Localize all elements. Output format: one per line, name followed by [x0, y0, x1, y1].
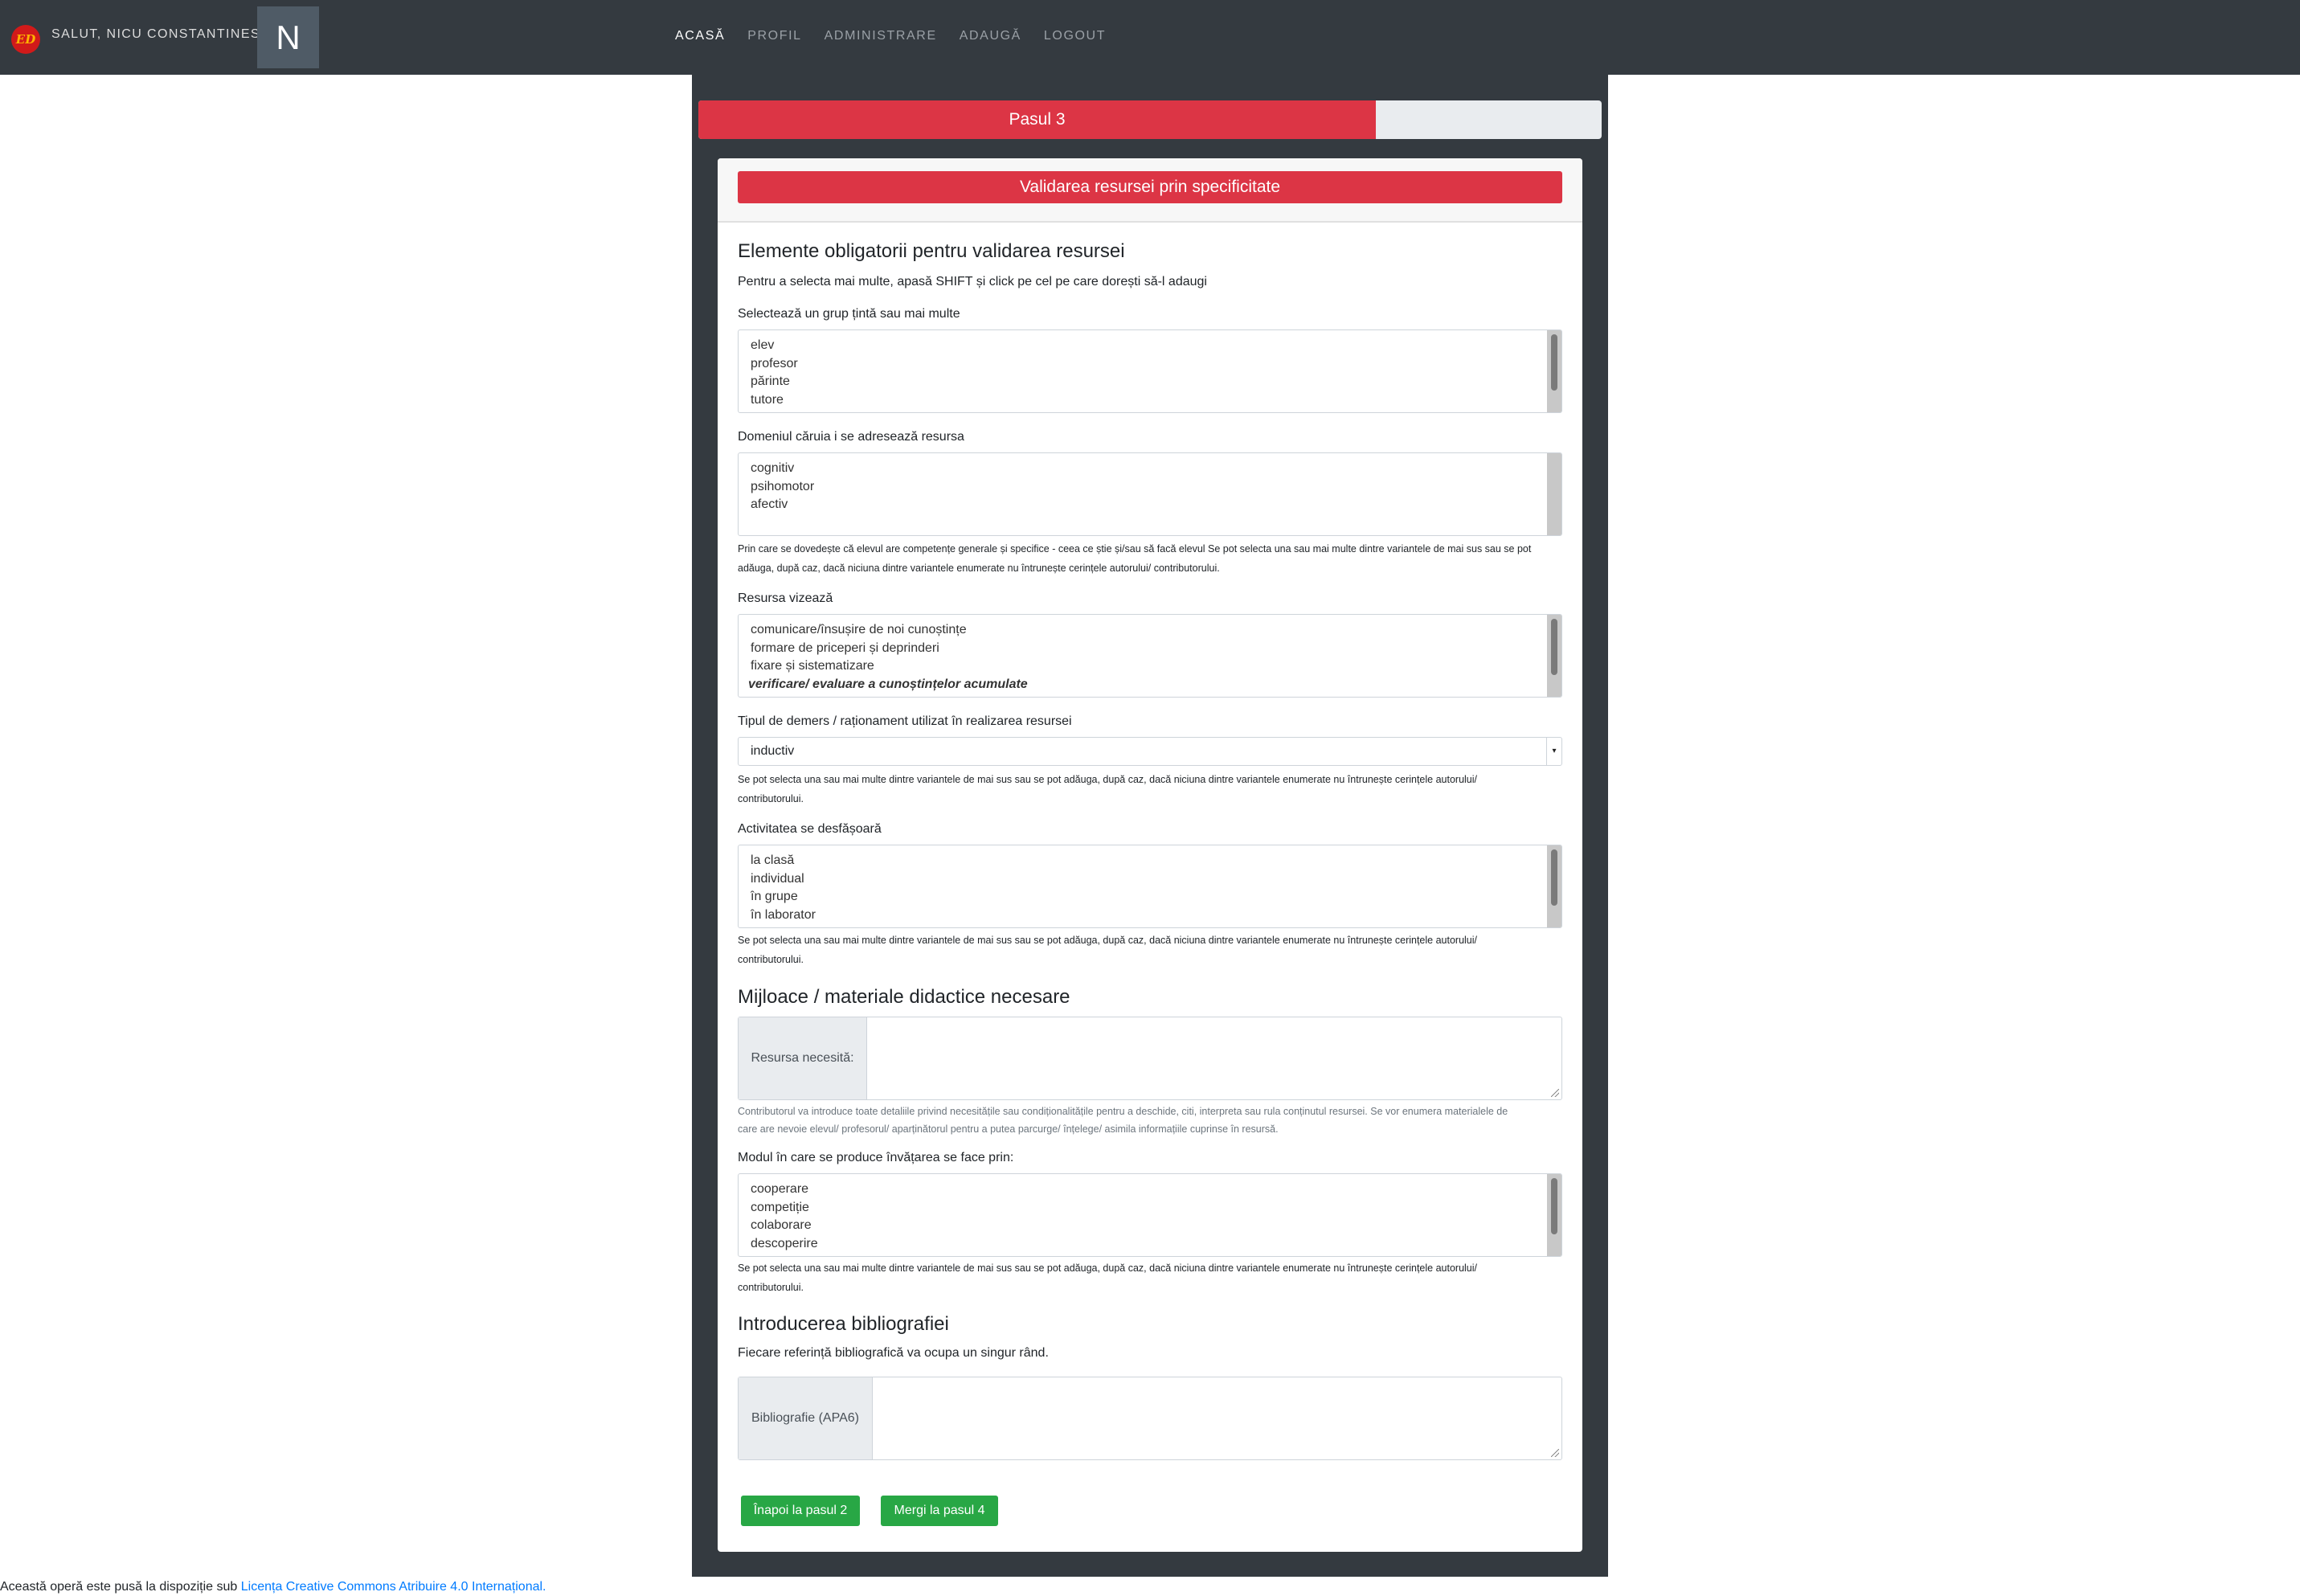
scrollbar[interactable]	[1547, 615, 1561, 697]
listbox-option[interactable]: descoperire	[739, 1235, 1561, 1254]
card-header: Validarea resursei prin specificitate	[718, 158, 1582, 223]
card-header-title: Validarea resursei prin specificitate	[738, 171, 1562, 203]
multi-select-hint: Pentru a selecta mai multe, apasă SHIFT …	[738, 275, 1207, 289]
bibliography-addon: Bibliografie (APA6)	[739, 1377, 873, 1459]
avatar[interactable]: N	[257, 6, 319, 68]
activity-help-text: Se pot selecta una sau mai multe dintre …	[738, 931, 1565, 969]
reasoning-help-text: Se pot selecta una sau mai multe dintre …	[738, 770, 1565, 808]
scrollbar[interactable]	[1547, 330, 1561, 412]
listbox-option[interactable]: în laborator	[739, 906, 1561, 925]
resource-aims-listbox[interactable]: comunicare/însușire de noi cunoștințe fo…	[738, 614, 1562, 698]
learning-mode-listbox[interactable]: cooperare competiție colaborare descoper…	[738, 1173, 1562, 1257]
main-column: Pasul 3 Validarea resursei prin specific…	[692, 75, 1608, 1577]
reasoning-select[interactable]: inductiv ▾	[738, 737, 1562, 766]
nav-link-logout[interactable]: LOGOUT	[1044, 29, 1106, 43]
step-progress-bar: Pasul 3	[698, 100, 1602, 139]
scrollbar[interactable]	[1547, 453, 1561, 535]
learning-mode-label: Modul în care se produce învățarea se fa…	[738, 1151, 1014, 1164]
domain-help-text: Prin care se dovedește că elevul are com…	[738, 539, 1565, 578]
help-line: Prin care se dovedește că elevul are com…	[738, 543, 1532, 555]
logo-icon[interactable]: ED	[11, 25, 40, 54]
resource-needs-textarea[interactable]	[867, 1017, 1561, 1099]
listbox-option[interactable]: comunicare/însușire de noi cunoștințe	[739, 621, 1561, 640]
scrollbar[interactable]	[1547, 1174, 1561, 1256]
nav-link-adauga[interactable]: ADAUGĂ	[960, 29, 1021, 43]
listbox-option[interactable]: psihomotor	[739, 478, 1561, 497]
nav-link-profil[interactable]: PROFIL	[747, 29, 801, 43]
navbar: ED SALUT, NICU CONSTANTINESCU N ACASĂ PR…	[0, 0, 2300, 75]
listbox-option[interactable]: în grupe	[739, 888, 1561, 906]
listbox-option[interactable]: părinte	[739, 373, 1561, 391]
listbox-option[interactable]: formare de priceperi și deprinderi	[739, 640, 1561, 658]
listbox-option[interactable]: afectiv	[739, 496, 1561, 514]
listbox-option[interactable]: colaborare	[739, 1217, 1561, 1235]
resize-handle-icon[interactable]	[1551, 1449, 1559, 1457]
listbox-option[interactable]: cooperare	[739, 1181, 1561, 1199]
nav-link-administrare[interactable]: ADMINISTRARE	[825, 29, 937, 43]
help-line: care are nevoie elevul/ profesorul/ apar…	[738, 1123, 1279, 1135]
help-line: Se pot selecta una sau mai multe dintre …	[738, 1262, 1478, 1274]
form-card: Validarea resursei prin specificitate El…	[718, 158, 1582, 1552]
listbox-option[interactable]: cognitiv	[739, 460, 1561, 478]
listbox-option[interactable]: tutore	[739, 391, 1561, 410]
chevron-down-icon[interactable]: ▾	[1546, 738, 1561, 765]
section-title-bibliography: Introducerea bibliografiei	[738, 1313, 949, 1335]
help-line: Se pot selecta una sau mai multe dintre …	[738, 774, 1478, 785]
help-line: contributorului.	[738, 793, 804, 804]
resource-needs-addon: Resursa necesită:	[739, 1017, 867, 1099]
scrollbar-thumb[interactable]	[1551, 619, 1557, 675]
listbox-option[interactable]: individual	[739, 870, 1561, 889]
scrollbar-thumb[interactable]	[1551, 849, 1557, 906]
help-line: adăuga, după caz, dacă niciuna dintre va…	[738, 563, 1220, 574]
listbox-option-selected[interactable]: verificare/ evaluare a cunoștințelor acu…	[739, 676, 1561, 694]
help-line: contributorului.	[738, 1282, 804, 1293]
back-to-step-2-button[interactable]: Înapoi la pasul 2	[741, 1496, 860, 1526]
bibliography-textarea[interactable]	[873, 1377, 1561, 1459]
scrollbar-thumb[interactable]	[1551, 334, 1557, 391]
listbox-option[interactable]: elev	[739, 337, 1561, 355]
reasoning-select-value: inductiv	[751, 744, 795, 758]
nav-link-acasa[interactable]: ACASĂ	[675, 29, 725, 43]
license-text: Această operă este pusă la dispoziție su…	[0, 1580, 241, 1594]
listbox-option[interactable]: la clasă	[739, 852, 1561, 870]
section-title-mandatory: Elemente obligatorii pentru validarea re…	[738, 240, 1125, 262]
section-title-materials: Mijloace / materiale didactice necesare	[738, 986, 1070, 1008]
user-greeting: SALUT, NICU CONSTANTINESCU	[51, 27, 281, 41]
help-line: contributorului.	[738, 954, 804, 965]
bibliography-input-group: Bibliografie (APA6)	[738, 1377, 1562, 1460]
listbox-option[interactable]: fixare și sistematizare	[739, 657, 1561, 676]
resource-needs-help-text: Contributorul va introduce toate detalii…	[738, 1103, 1565, 1138]
domain-listbox[interactable]: cognitiv psihomotor afectiv	[738, 452, 1562, 536]
learning-mode-help-text: Se pot selecta una sau mai multe dintre …	[738, 1258, 1565, 1297]
resize-handle-icon[interactable]	[1551, 1089, 1559, 1097]
license-link[interactable]: Licența Creative Commons Atribuire 4.0 I…	[241, 1580, 546, 1594]
target-group-listbox[interactable]: elev profesor părinte tutore	[738, 329, 1562, 413]
help-line: Contributorul va introduce toate detalii…	[738, 1106, 1508, 1117]
listbox-option[interactable]: competiție	[739, 1199, 1561, 1217]
resource-aims-label: Resursa vizează	[738, 591, 833, 605]
license-footer: Această operă este pusă la dispoziție su…	[0, 1580, 546, 1594]
progress-fill: Pasul 3	[698, 100, 1376, 139]
listbox-option[interactable]: profesor	[739, 355, 1561, 374]
activity-listbox[interactable]: la clasă individual în grupe în laborato…	[738, 845, 1562, 928]
scrollbar[interactable]	[1547, 845, 1561, 927]
scrollbar-thumb[interactable]	[1551, 1178, 1557, 1234]
domain-label: Domeniul căruia i se adresează resursa	[738, 430, 964, 444]
target-group-label: Selectează un grup țintă sau mai multe	[738, 307, 960, 321]
nav-links: ACASĂ PROFIL ADMINISTRARE ADAUGĂ LOGOUT	[675, 29, 1128, 43]
go-to-step-4-button[interactable]: Mergi la pasul 4	[881, 1496, 998, 1526]
resource-needs-input-group: Resursa necesită:	[738, 1017, 1562, 1100]
reasoning-label: Tipul de demers / raționament utilizat î…	[738, 714, 1072, 728]
help-line: Se pot selecta una sau mai multe dintre …	[738, 935, 1478, 946]
bibliography-hint: Fiecare referință bibliografică va ocupa…	[738, 1346, 1049, 1360]
activity-label: Activitatea se desfășoară	[738, 822, 882, 836]
